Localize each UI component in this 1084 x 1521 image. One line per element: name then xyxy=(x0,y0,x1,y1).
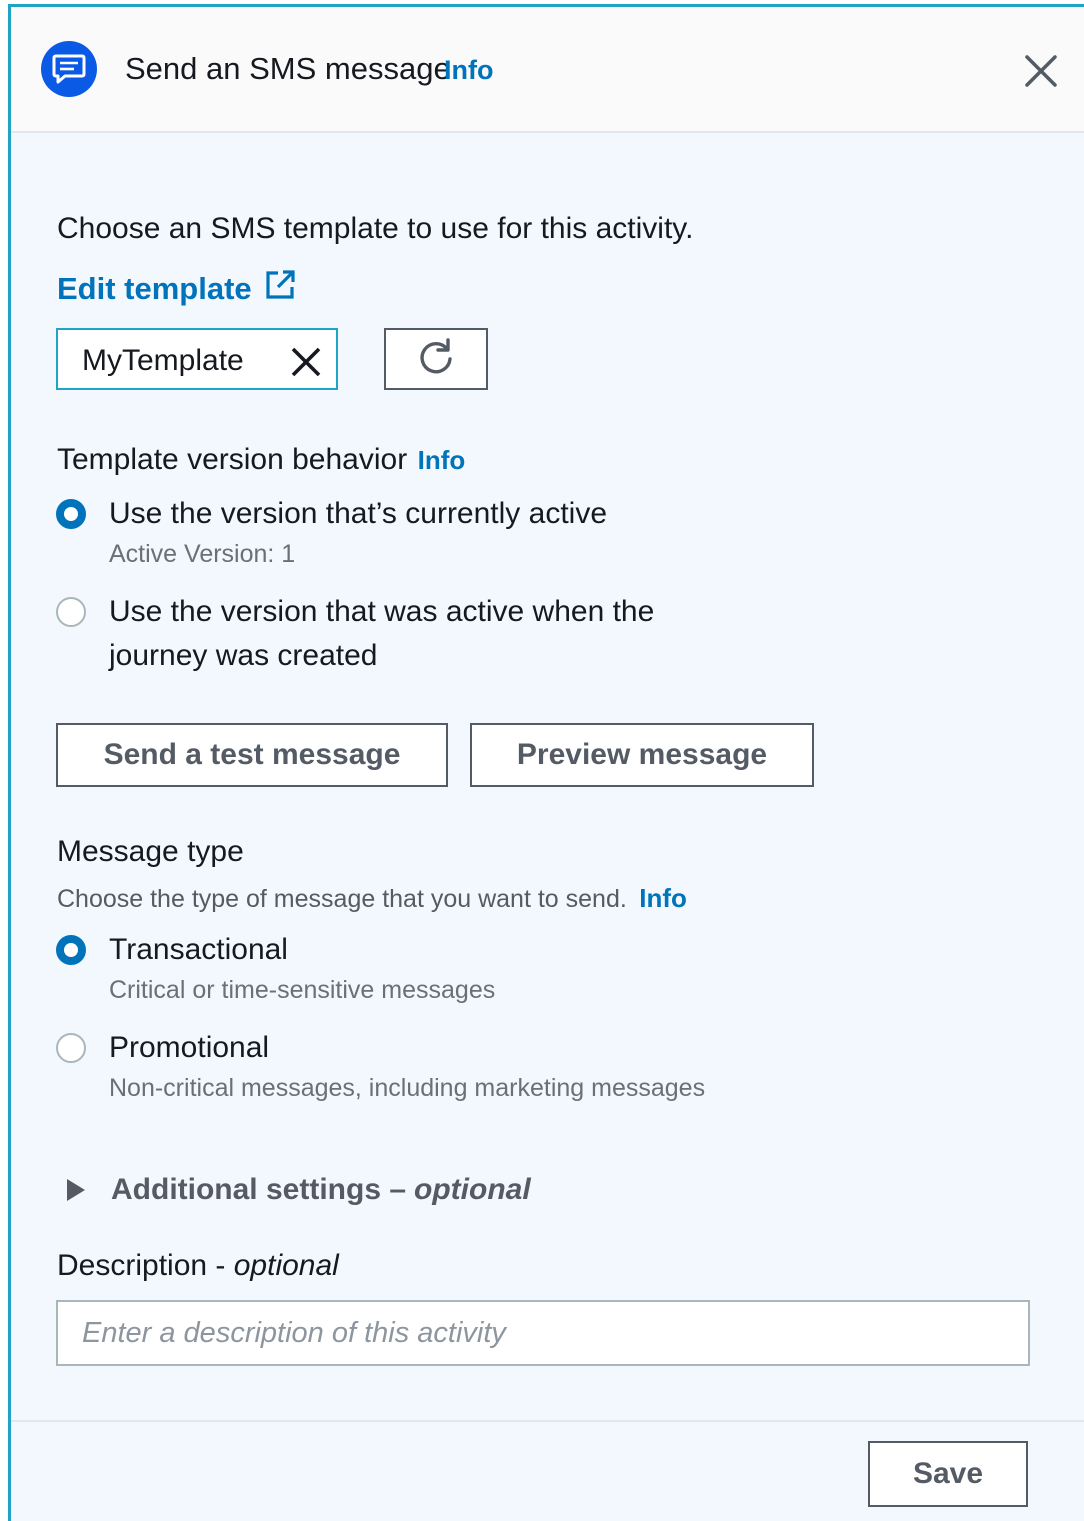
option-promotional-label: Promotional xyxy=(109,1031,270,1064)
description-label-row: Description - optional xyxy=(57,1249,339,1283)
radio-transactional[interactable] xyxy=(56,935,86,965)
header-info-link[interactable]: Info xyxy=(444,55,493,86)
option-version-at-creation-line2: journey was created xyxy=(109,639,378,672)
radio-promotional[interactable] xyxy=(56,1033,86,1063)
active-version-text: Active Version: 1 xyxy=(109,540,296,568)
send-test-message-button[interactable]: Send a test message xyxy=(56,723,448,787)
external-link-icon xyxy=(264,269,296,309)
panel-title: Send an SMS message xyxy=(125,51,451,86)
option-version-currently-active-label: Use the version that’s currently active xyxy=(109,497,608,530)
description-optional: optional xyxy=(233,1249,339,1282)
template-intro-text: Choose an SMS template to use for this a… xyxy=(57,212,694,245)
version-behavior-info-link[interactable]: Info xyxy=(418,445,466,475)
selected-template-token[interactable]: MyTemplate xyxy=(56,328,338,390)
panel-header: Send an SMS message Info xyxy=(11,7,1084,133)
message-type-info-link[interactable]: Info xyxy=(639,883,687,913)
preview-message-button[interactable]: Preview message xyxy=(470,723,814,787)
radio-version-currently-active[interactable] xyxy=(56,499,86,529)
footer-divider xyxy=(11,1420,1084,1422)
option-transactional-sublabel: Critical or time-sensitive messages xyxy=(109,976,496,1004)
close-icon[interactable] xyxy=(1021,51,1061,91)
message-type-description-row: Choose the type of message that you want… xyxy=(57,883,687,914)
version-behavior-heading: Template version behavior Info xyxy=(57,443,465,477)
message-type-description: Choose the type of message that you want… xyxy=(57,885,627,913)
edit-template-label: Edit template xyxy=(57,271,252,306)
version-behavior-label: Template version behavior xyxy=(57,443,408,476)
additional-settings-expander[interactable]: Additional settings – optional xyxy=(67,1173,531,1207)
option-transactional-label: Transactional xyxy=(109,933,288,966)
additional-settings-label: Additional settings – xyxy=(111,1173,407,1206)
description-input[interactable] xyxy=(56,1300,1030,1366)
additional-settings-optional: optional xyxy=(414,1173,531,1206)
chat-bubble-icon xyxy=(41,41,97,97)
refresh-templates-button[interactable] xyxy=(384,328,488,390)
selected-template-name: MyTemplate xyxy=(82,344,244,377)
save-button[interactable]: Save xyxy=(868,1441,1028,1507)
edit-template-link[interactable]: Edit template xyxy=(57,269,296,309)
option-version-at-creation-line1: Use the version that was active when the xyxy=(109,595,655,628)
description-label: Description - xyxy=(57,1249,226,1282)
caret-right-icon xyxy=(67,1179,85,1201)
sms-activity-panel: Send an SMS message Info Choose an SMS t… xyxy=(8,4,1084,1521)
message-type-label: Message type xyxy=(57,835,244,868)
radio-version-at-creation[interactable] xyxy=(56,597,86,627)
option-promotional-sublabel: Non-critical messages, including marketi… xyxy=(109,1074,706,1102)
clear-template-icon[interactable] xyxy=(290,346,322,378)
refresh-icon xyxy=(416,337,456,382)
